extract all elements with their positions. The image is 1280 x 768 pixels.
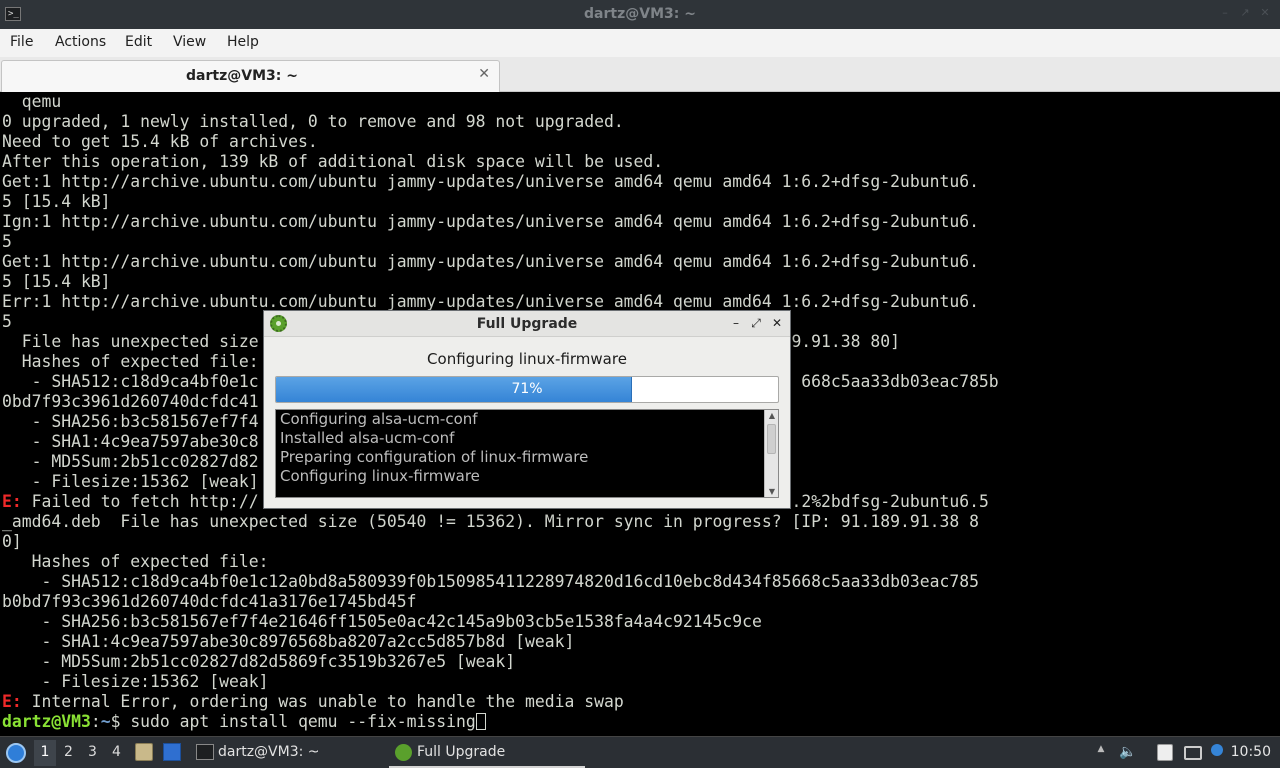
- dialog-close-button[interactable]: ✕: [770, 316, 784, 330]
- start-menu-icon[interactable]: [6, 743, 26, 763]
- terminal-line: 0 upgraded, 1 newly installed, 0 to remo…: [2, 112, 624, 131]
- menu-bar: File Actions Edit View Help: [0, 29, 1280, 57]
- show-desktop-icon[interactable]: [163, 743, 181, 761]
- terminal-line: 5 [15.4 kB]: [2, 192, 111, 211]
- terminal-line: Hashes of expected file:: [2, 352, 259, 371]
- tray-expand-icon[interactable]: ▲: [1092, 744, 1110, 762]
- menu-edit[interactable]: Edit: [125, 34, 152, 50]
- notification-icon[interactable]: [1211, 744, 1223, 756]
- prompt-symbol: $: [110, 712, 131, 731]
- log-scrollbar[interactable]: ▲ ▼: [764, 410, 778, 497]
- prompt-separator: :: [90, 712, 101, 731]
- tab-close-icon[interactable]: ✕: [478, 66, 490, 82]
- terminal-line: - SHA256:b3c581567ef7f4e21646ff1505e0ac4…: [2, 612, 762, 631]
- menu-actions[interactable]: Actions: [55, 34, 106, 50]
- terminal-line: Get:1 http://archive.ubuntu.com/ubuntu j…: [2, 172, 979, 191]
- window-minimize-button[interactable]: –: [1218, 6, 1232, 20]
- workspace-4[interactable]: 4: [112, 744, 121, 760]
- terminal-icon: [196, 744, 214, 760]
- terminal-line: 5: [2, 312, 12, 331]
- taskbar: 1 2 3 4 dartz@VM3: ~ Full Upgrade ▲ 🔈 10…: [0, 736, 1280, 768]
- workspace-3[interactable]: 3: [88, 744, 97, 760]
- log-line: Configuring linux-firmware: [280, 467, 480, 485]
- terminal-line: Hashes of expected file:: [2, 552, 269, 571]
- tab-label: dartz@VM3: ~: [186, 68, 298, 84]
- terminal-line: 0bd7f93c3961d260740dcfdc41: [2, 392, 259, 411]
- task-full-upgrade[interactable]: Full Upgrade: [389, 737, 585, 768]
- error-prefix: E:: [2, 692, 22, 711]
- terminal-line: - MD5Sum:2b51cc02827d82d5869fc3519b3267e…: [2, 652, 516, 671]
- menu-file[interactable]: File: [10, 34, 33, 50]
- window-titlebar[interactable]: >_ dartz@VM3: ~ – ↗ ✕: [0, 0, 1280, 29]
- log-line: Configuring alsa-ucm-conf: [280, 410, 478, 428]
- prompt-path: ~: [100, 712, 111, 731]
- dialog-maximize-button[interactable]: ⤢: [749, 316, 763, 330]
- workspace-2[interactable]: 2: [64, 744, 73, 760]
- dialog-title: Full Upgrade: [476, 316, 578, 332]
- terminal-line: Get:1 http://archive.ubuntu.com/ubuntu j…: [2, 252, 979, 271]
- terminal-cursor: [475, 713, 486, 730]
- terminal-line: - SHA1:4c9ea7597abe30c8976568ba8207a2cc5…: [2, 632, 575, 651]
- terminal-line: - MD5Sum:2b51cc02827d82: [2, 452, 259, 471]
- terminal-line: 0]: [2, 532, 22, 551]
- dialog-minimize-button[interactable]: –: [729, 316, 743, 330]
- dialog-titlebar[interactable]: Full Upgrade – ⤢ ✕: [264, 311, 790, 337]
- error-prefix: E:: [2, 492, 22, 511]
- terminal-line: 5 [15.4 kB]: [2, 272, 111, 291]
- upgrade-status-text: Configuring linux-firmware: [427, 350, 627, 368]
- scroll-up-icon[interactable]: ▲: [767, 411, 777, 420]
- upgrade-log[interactable]: Configuring alsa-ucm-conf Installed alsa…: [275, 409, 779, 498]
- terminal-line: - Filesize:15362 [weak]: [2, 672, 269, 691]
- terminal-prompt-line[interactable]: dartz@VM3:~$ sudo apt install qemu --fix…: [2, 712, 486, 732]
- scroll-down-icon[interactable]: ▼: [767, 487, 777, 496]
- window-maximize-button[interactable]: ↗: [1238, 6, 1252, 20]
- terminal-line: - Filesize:15362 [weak]: [2, 472, 259, 491]
- file-manager-icon[interactable]: [135, 743, 153, 761]
- menu-help[interactable]: Help: [227, 34, 259, 50]
- tab-terminal[interactable]: dartz@VM3: ~ ✕: [1, 60, 500, 92]
- log-line: Preparing configuration of linux-firmwar…: [280, 448, 589, 466]
- gear-icon: [395, 744, 412, 761]
- upgrade-progress-bar: 71%: [275, 376, 779, 403]
- terminal-line: Ign:1 http://archive.ubuntu.com/ubuntu j…: [2, 212, 979, 231]
- workspace-1[interactable]: 1: [34, 740, 56, 766]
- terminal-line: _amd64.deb File has unexpected size (505…: [2, 512, 979, 531]
- prompt-user-host: dartz@VM3: [2, 712, 91, 731]
- terminal-line: Need to get 15.4 kB of archives.: [2, 132, 318, 151]
- terminal-line: Err:1 http://archive.ubuntu.com/ubuntu j…: [2, 292, 979, 311]
- menu-view[interactable]: View: [173, 34, 206, 50]
- window-title: dartz@VM3: ~: [584, 6, 696, 22]
- terminal-line: 5: [2, 232, 12, 251]
- network-icon[interactable]: [1184, 746, 1202, 760]
- terminal-line: - SHA512:c18d9ca4bf0e1c12a0bd8a580939f0b…: [2, 572, 979, 591]
- clipboard-icon[interactable]: [1157, 744, 1173, 761]
- task-terminal[interactable]: dartz@VM3: ~: [190, 737, 385, 768]
- prompt-command: sudo apt install qemu --fix-missing: [130, 712, 476, 731]
- task-terminal-label: dartz@VM3: ~: [218, 744, 320, 760]
- terminal-line: - SHA1:4c9ea7597abe30c8: [2, 432, 259, 451]
- terminal-line: E: Internal Error, ordering was unable t…: [2, 692, 624, 711]
- log-line: Installed alsa-ucm-conf: [280, 429, 455, 447]
- terminal-line: b0bd7f93c3961d260740dcfdc41a3176e1745bd4…: [2, 592, 417, 611]
- terminal-line: After this operation, 139 kB of addition…: [2, 152, 664, 171]
- full-upgrade-dialog: Full Upgrade – ⤢ ✕ Configuring linux-fir…: [263, 310, 791, 509]
- progress-percent-label: 71%: [511, 381, 543, 397]
- scroll-thumb[interactable]: [767, 424, 776, 454]
- terminal-line: qemu: [2, 92, 62, 111]
- window-close-button[interactable]: ✕: [1258, 6, 1272, 20]
- clock: 10:50: [1230, 744, 1271, 760]
- tab-bar: dartz@VM3: ~ ✕: [0, 57, 1280, 92]
- task-full-upgrade-label: Full Upgrade: [417, 744, 506, 760]
- terminal-line: - SHA256:b3c581567ef7f4: [2, 412, 259, 431]
- volume-icon[interactable]: 🔈: [1119, 744, 1137, 762]
